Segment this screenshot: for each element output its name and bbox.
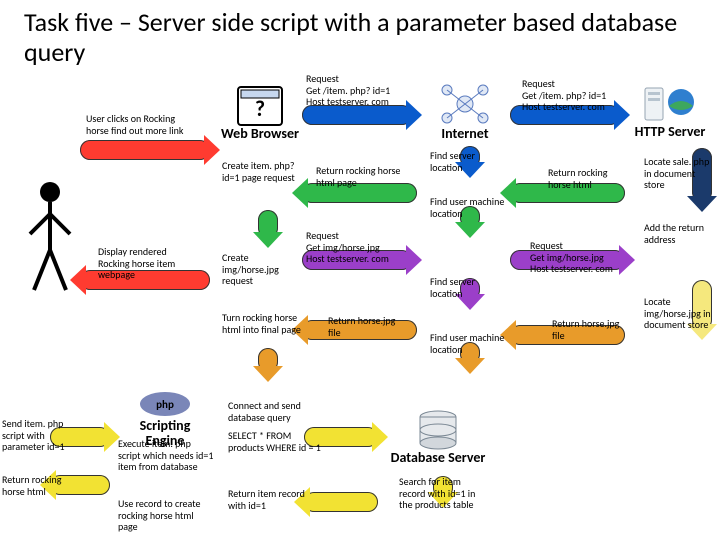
browser-icon: ? <box>237 86 283 126</box>
ann-req1: Request Get /item. php? id=1 Host testse… <box>306 73 421 108</box>
ann-turn-final: Turn rocking horse html into final page <box>222 312 302 335</box>
arrow-user-click <box>80 140 210 160</box>
page-title: Task five – Server side script with a pa… <box>24 8 720 68</box>
ann-return-jpg2: Return horse.jpg file <box>328 315 408 338</box>
ann-return-html-page: Return rocking horse html page <box>316 165 416 188</box>
svg-text:?: ? <box>255 95 265 122</box>
ann-create-req: Create item. php? id=1 page request <box>222 160 300 183</box>
ann-create-img-req: Create img/horse.jpg request <box>222 252 302 287</box>
ann-send-script: Send item. php script with parameter id=… <box>2 418 82 453</box>
browser-label: Web Browser <box>220 126 300 141</box>
ann-use-record: Use record to create rocking horse html … <box>118 498 214 533</box>
ann-req2b: Request Get img/horse.jpg Host testserve… <box>530 240 640 275</box>
ann-return-record: Return item record with id=1 <box>228 488 322 511</box>
ann-find-server1: Find server location <box>430 150 500 173</box>
ann-sql: SELECT * FROM products WHERE id = 1 <box>228 430 322 453</box>
node-browser: ? Web Browser <box>220 86 300 141</box>
ann-return-html: Return rocking horse html <box>548 167 628 190</box>
user-icon <box>26 180 74 300</box>
ann-req2: Request Get img/horse.jpg Host testserve… <box>306 230 421 265</box>
node-internet: Internet <box>425 82 505 141</box>
internet-icon <box>437 82 493 126</box>
ann-search-db: Search for item record with id=1 in the … <box>399 476 479 511</box>
ann-return-html-script: Return rocking horse html <box>2 474 82 497</box>
ann-connect-query: Connect and send database query <box>228 400 322 423</box>
db-label: Database Server <box>388 450 488 465</box>
node-http: HTTP Server <box>633 82 707 139</box>
arrow-browser-down2 <box>258 348 278 372</box>
arrow-req1-browser-inet <box>302 105 412 125</box>
ann-locate-img: Locate img/horse.jpg in document store <box>644 296 716 331</box>
http-label: HTTP Server <box>633 124 707 139</box>
internet-label: Internet <box>425 126 505 141</box>
ann-display: Display rendered Rocking horse item webp… <box>98 246 198 281</box>
ann-find-server2: Find server location <box>430 276 500 299</box>
ann-find-machine1: Find user machine location <box>430 196 510 219</box>
ann-find-machine2: Find user machine location <box>430 332 510 355</box>
ann-user-click: User clicks on Rocking horse find out mo… <box>86 113 196 136</box>
php-icon: php <box>138 390 192 418</box>
svg-text:php: php <box>156 398 174 411</box>
node-db: Database Server <box>388 410 488 465</box>
ann-execute: Execute item. php script which needs id=… <box>118 438 214 473</box>
db-icon <box>416 410 460 450</box>
ann-add-return: Add the return address <box>644 222 716 245</box>
ann-locate-sale: Locate sale. php in document store <box>644 156 716 191</box>
ann-req1b: Request Get /item. php? id=1 Host testse… <box>522 78 632 113</box>
arrow-browser-down <box>258 210 278 238</box>
http-icon <box>643 82 697 124</box>
ann-return-jpg: Return horse.jpg file <box>552 318 632 341</box>
